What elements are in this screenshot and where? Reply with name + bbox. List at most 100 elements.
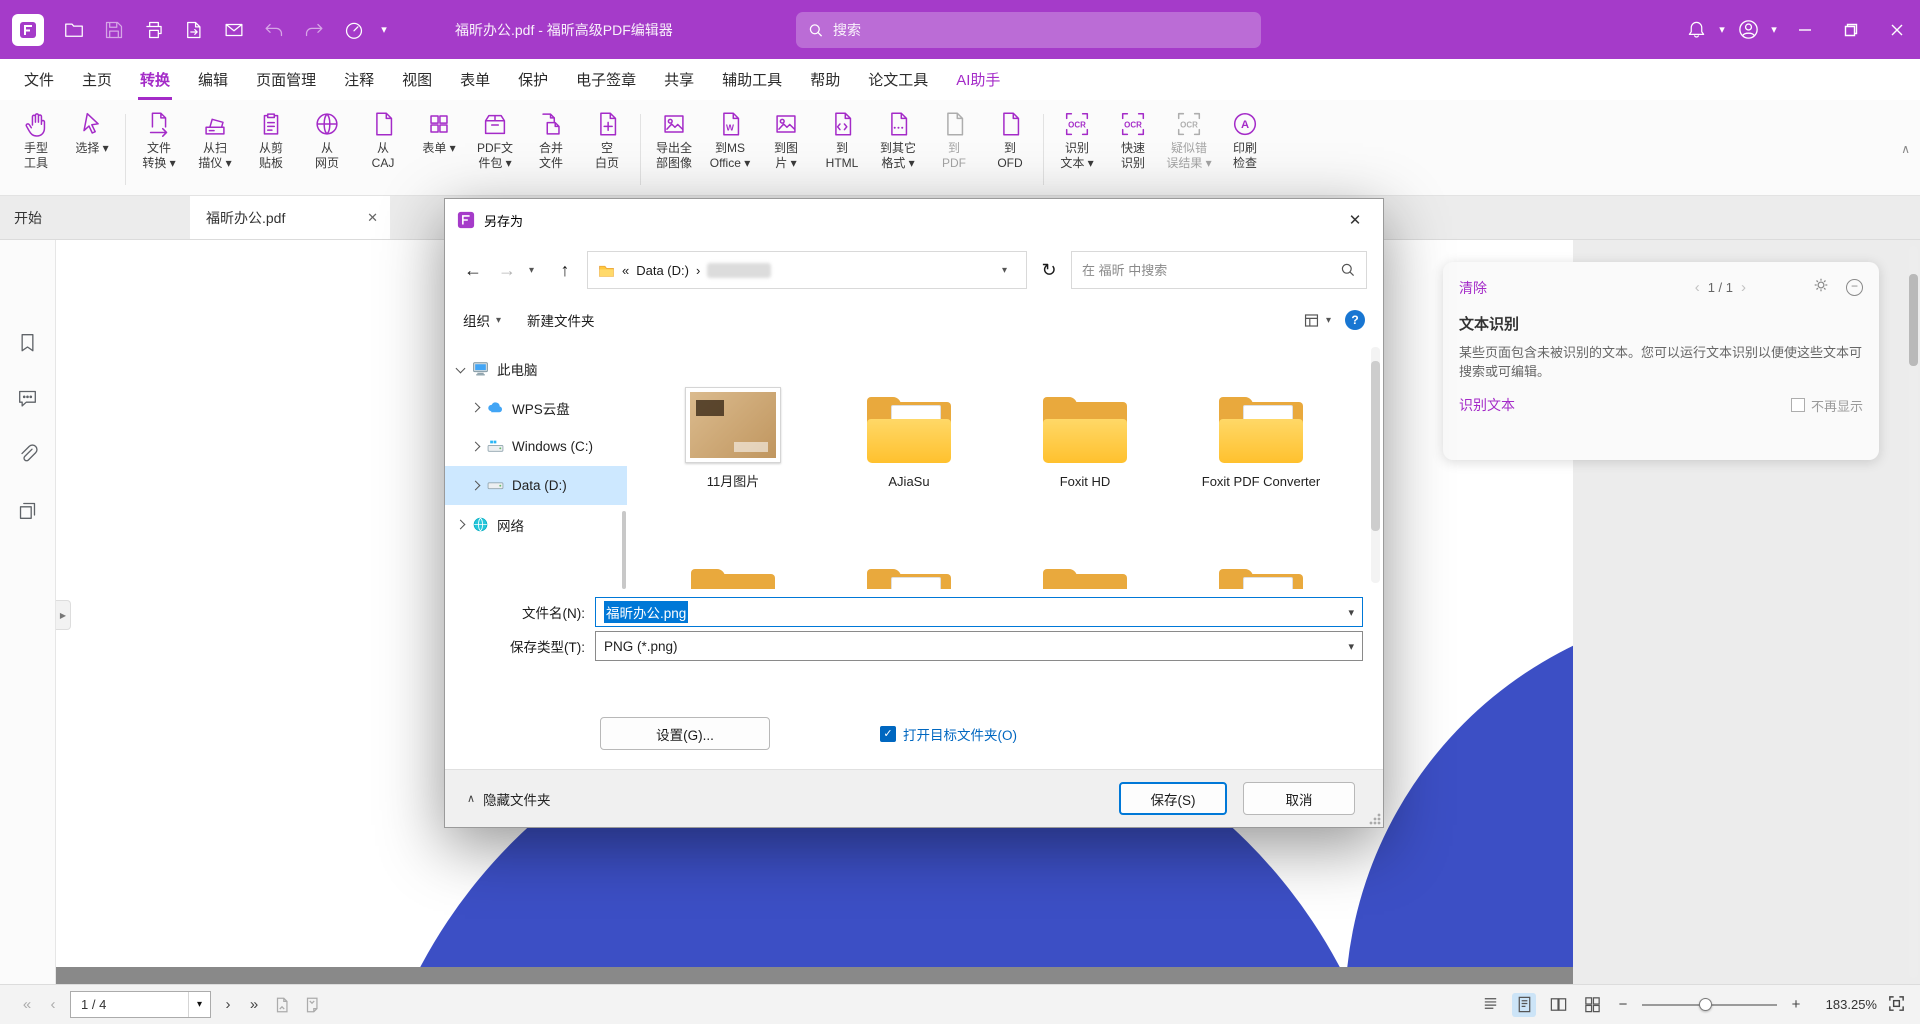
view-mode-grid-icon[interactable] [1580,993,1604,1017]
speed-mode-icon[interactable] [336,12,372,48]
nav-back-icon[interactable]: ← [461,260,485,281]
bookmarks-panel-icon[interactable] [8,322,48,362]
ribbon-tool-to-image[interactable]: 到图 片 ▾ [758,106,814,193]
recent-locations-chevron-icon[interactable]: ▾ [529,265,543,276]
menu-comment[interactable]: 注释 [330,59,388,100]
chevron-collapsed-icon[interactable] [456,520,466,530]
notifications-bell-icon[interactable] [1678,12,1714,48]
refresh-icon[interactable]: ↻ [1037,260,1061,281]
ribbon-tool-quick-recognize[interactable]: 快速 识别 [1105,106,1161,193]
ribbon-tool-from-web[interactable]: 从 网页 [299,106,355,193]
ribbon-tool-from-scanner[interactable]: 从扫 描仪 ▾ [187,106,243,193]
ribbon-tool-from-clipboard[interactable]: 从剪 贴板 [243,106,299,193]
ribbon-tool-from-caj[interactable]: 从 CAJ [355,106,411,193]
menu-convert[interactable]: 转换 [126,59,184,100]
recognize-text-link[interactable]: 识别文本 [1459,395,1515,415]
ribbon-tool-pdf-portfolio[interactable]: PDF文 件包 ▾ [467,106,523,193]
address-dropdown-chevron-icon[interactable]: ▾ [1002,265,1016,276]
menu-protect[interactable]: 保护 [504,59,562,100]
tree-item-windows-c[interactable]: Windows (C:) [445,427,627,466]
export-icon[interactable] [176,12,212,48]
menu-page-management[interactable]: 页面管理 [242,59,330,100]
ribbon-tool-file-convert[interactable]: 文件 转换 ▾ [131,106,187,193]
dialog-close-button[interactable]: ✕ [1327,199,1383,241]
chevron-down-icon[interactable]: ▾ [188,992,210,1017]
redo-icon[interactable] [296,12,332,48]
settings-button[interactable]: 设置(G)... [600,717,770,750]
page-number-combobox[interactable]: 1 / 4 ▾ [70,991,211,1018]
vertical-scrollbar[interactable] [1909,246,1918,978]
ribbon-tool-to-html[interactable]: 到 HTML [814,106,870,193]
dialog-search-input[interactable] [1082,263,1340,278]
zoom-out-icon[interactable]: − [1614,996,1632,1013]
chevron-collapsed-icon[interactable] [471,442,481,452]
save-button[interactable]: 保存(S) [1119,782,1227,815]
tree-item-network[interactable]: 网络 [445,505,627,544]
folder-item-clipped[interactable] [1173,555,1349,589]
ribbon-tool-to-ms-office[interactable]: 到MS Office ▾ [702,106,758,193]
menu-accessibility[interactable]: 辅助工具 [708,59,796,100]
share-icon[interactable] [216,12,252,48]
filename-input[interactable]: 福昕办公.png ▾ [595,597,1363,627]
folder-item-foxit-pdf-converter[interactable]: Foxit PDF Converter [1173,367,1349,555]
sidebar-expand-handle[interactable]: ▶ [56,600,71,630]
tab-close-icon[interactable]: ✕ [367,210,378,226]
menu-view[interactable]: 视图 [388,59,446,100]
chevron-expanded-icon[interactable] [456,364,466,374]
menu-esign[interactable]: 电子签章 [562,59,650,100]
filetype-select[interactable]: PNG (*.png) ▾ [595,631,1363,661]
folder-item-ajiasu[interactable]: AJiaSu [821,367,997,555]
notifications-chevron-icon[interactable]: ▾ [1714,23,1730,36]
account-avatar[interactable] [1730,12,1766,48]
menu-ai-assistant[interactable]: AI助手 [942,59,1014,100]
quick-access-chevron-icon[interactable]: ▾ [376,23,392,36]
chevron-collapsed-icon[interactable] [471,403,481,413]
account-chevron-icon[interactable]: ▾ [1766,23,1782,36]
breadcrumb-first-icon[interactable]: « [622,263,629,278]
tree-item-wps-cloud[interactable]: WPS云盘 [445,388,627,427]
ribbon-tool-to-other-formats[interactable]: 到其它 格式 ▾ [870,106,926,193]
menu-help[interactable]: 帮助 [796,59,854,100]
hide-folders-button[interactable]: ∧ 隐藏文件夹 [467,789,551,809]
nav-up-icon[interactable]: ↑ [553,260,577,281]
zoom-in-icon[interactable]: + [1787,996,1805,1013]
tab-document-active[interactable]: 福昕办公.pdf ✕ [190,196,390,239]
view-mode-continuous-icon[interactable] [1478,993,1502,1017]
collapse-panel-icon[interactable]: − [1846,279,1863,296]
pages-panel-icon[interactable] [8,490,48,530]
save-icon[interactable] [96,12,132,48]
folder-item-clipped[interactable] [997,555,1173,589]
gear-icon[interactable] [1812,276,1830,299]
chevron-down-icon[interactable]: ▾ [1348,606,1354,619]
menu-paper-tools[interactable]: 论文工具 [854,59,942,100]
cancel-button[interactable]: 取消 [1243,782,1355,815]
pager-prev-icon[interactable]: ‹ [1695,279,1700,296]
undo-icon[interactable] [256,12,292,48]
help-button[interactable]: ? [1345,310,1365,330]
folder-item-foxit-hd[interactable]: Foxit HD [997,367,1173,555]
organize-menu[interactable]: 组织 ▾ [463,310,501,330]
folder-item-november-pictures[interactable]: 11月图片 [645,367,821,555]
ribbon-tool-recognize-text[interactable]: 识别 文本 ▾ [1049,106,1105,193]
ribbon-tool-print-check[interactable]: 印刷 检查 [1217,106,1273,193]
zoom-slider-thumb[interactable] [1699,998,1712,1011]
ribbon-tool-form[interactable]: 表单 ▾ [411,106,467,193]
close-button[interactable] [1874,0,1920,59]
ribbon-tool-combine-files[interactable]: 合并 文件 [523,106,579,193]
address-breadcrumb[interactable]: « Data (D:) › ▾ [587,251,1027,289]
menu-share[interactable]: 共享 [650,59,708,100]
ribbon-tool-blank-page[interactable]: 空 白页 [579,106,635,193]
menu-home[interactable]: 主页 [68,59,126,100]
chevron-down-icon[interactable]: ▾ [1348,640,1354,653]
last-page-icon[interactable]: » [241,996,267,1013]
open-file-icon[interactable] [56,12,92,48]
grid-scrollbar-thumb[interactable] [1371,361,1380,531]
dont-show-checkbox[interactable] [1791,398,1805,412]
tree-item-data-d[interactable]: Data (D:) [445,466,627,505]
global-search-box[interactable] [796,12,1261,48]
view-mode-facing-icon[interactable] [1546,993,1570,1017]
breadcrumb-chevron-icon[interactable]: › [696,263,700,278]
dialog-titlebar[interactable]: 另存为 ✕ [445,199,1383,241]
pager-next-icon[interactable]: › [1741,279,1746,296]
collapse-ribbon-icon[interactable]: ∧ [1901,142,1910,156]
